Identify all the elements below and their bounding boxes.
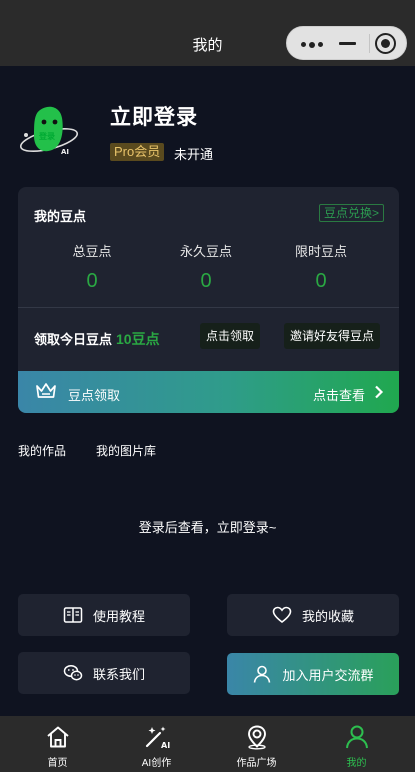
- invite-button[interactable]: 邀请好友得豆点: [284, 323, 381, 349]
- beans-exchange-button[interactable]: 豆点兑换>: [318, 204, 384, 222]
- svg-text:AI: AI: [161, 741, 170, 750]
- daily-label: 领取今日豆点: [34, 332, 113, 347]
- login-title[interactable]: 立即登录: [110, 101, 198, 131]
- daily-beans: 领取今日豆点 10豆点: [34, 329, 160, 349]
- daily-amount: 10豆点: [116, 331, 160, 347]
- crown-icon: [36, 383, 56, 398]
- book-icon: [63, 607, 83, 623]
- tutorial-button[interactable]: 使用教程: [18, 594, 190, 636]
- avatar[interactable]: 登录 AI: [18, 102, 84, 160]
- minimize-icon[interactable]: [339, 42, 356, 45]
- action-label: 我的收藏: [301, 608, 354, 624]
- tab-my-gallery[interactable]: 我的图片库: [96, 442, 156, 459]
- avatar-text: 登录: [38, 131, 55, 141]
- empty-login-prompt[interactable]: 登录后查看，立即登录~: [0, 517, 415, 536]
- beans-heading: 我的豆点: [34, 209, 87, 224]
- location-icon: [248, 725, 266, 750]
- stat-value: 0: [315, 270, 327, 292]
- banner-action[interactable]: 点击查看: [313, 385, 365, 404]
- stat-label: 永久豆点: [179, 244, 232, 259]
- person-icon: [346, 725, 368, 749]
- more-icon[interactable]: [301, 41, 323, 48]
- tabbar-label: 首页: [47, 758, 68, 769]
- magic-wand-icon: AI: [145, 726, 170, 750]
- close-target-icon[interactable]: [375, 33, 396, 54]
- banner-label: 豆点领取: [68, 388, 121, 403]
- tabbar-label: AI创作: [141, 758, 172, 769]
- mini-program-capsule[interactable]: [286, 26, 407, 60]
- beans-card: 我的豆点 豆点兑换> 总豆点 0 永久豆点 0 限时豆点 0 领取今日豆点 10豆…: [18, 187, 399, 413]
- tabbar-label: 作品广场: [236, 758, 277, 769]
- heart-icon: [272, 606, 292, 624]
- tabbar-label: 我的: [346, 758, 367, 769]
- stat-label: 总豆点: [72, 244, 112, 259]
- home-icon: [47, 726, 69, 748]
- beans-claim-banner[interactable]: 豆点领取 点击查看: [18, 371, 399, 413]
- stat-limited: 限时豆点 0: [281, 241, 361, 293]
- avatar-ai-text: AI: [61, 148, 69, 156]
- action-label: 联系我们: [92, 666, 145, 682]
- favorites-button[interactable]: 我的收藏: [227, 594, 399, 636]
- tab-my-works[interactable]: 我的作品: [18, 442, 66, 459]
- stat-value: 0: [200, 270, 212, 292]
- bottom-tab-bar: 首页 AI AI创作 作品广场 我的: [0, 716, 415, 772]
- stat-value: 0: [86, 270, 98, 292]
- wechat-icon: [63, 664, 83, 681]
- stat-permanent: 永久豆点 0: [166, 241, 246, 293]
- user-icon: [254, 665, 271, 683]
- claim-button[interactable]: 点击领取: [200, 323, 261, 349]
- pro-member-badge: Pro会员: [110, 143, 165, 161]
- action-label: 使用教程: [92, 608, 145, 624]
- top-bar: 我的: [0, 0, 415, 66]
- action-label: 加入用户交流群: [282, 667, 374, 683]
- join-group-button[interactable]: 加入用户交流群: [227, 653, 399, 695]
- chevron-right-icon: [375, 385, 384, 399]
- card-divider: [18, 307, 399, 308]
- stat-label: 限时豆点: [294, 244, 347, 259]
- stat-total: 总豆点 0: [52, 241, 132, 293]
- pro-status: 未开通: [174, 147, 214, 162]
- capsule-divider: [369, 34, 370, 53]
- contact-us-button[interactable]: 联系我们: [18, 652, 190, 694]
